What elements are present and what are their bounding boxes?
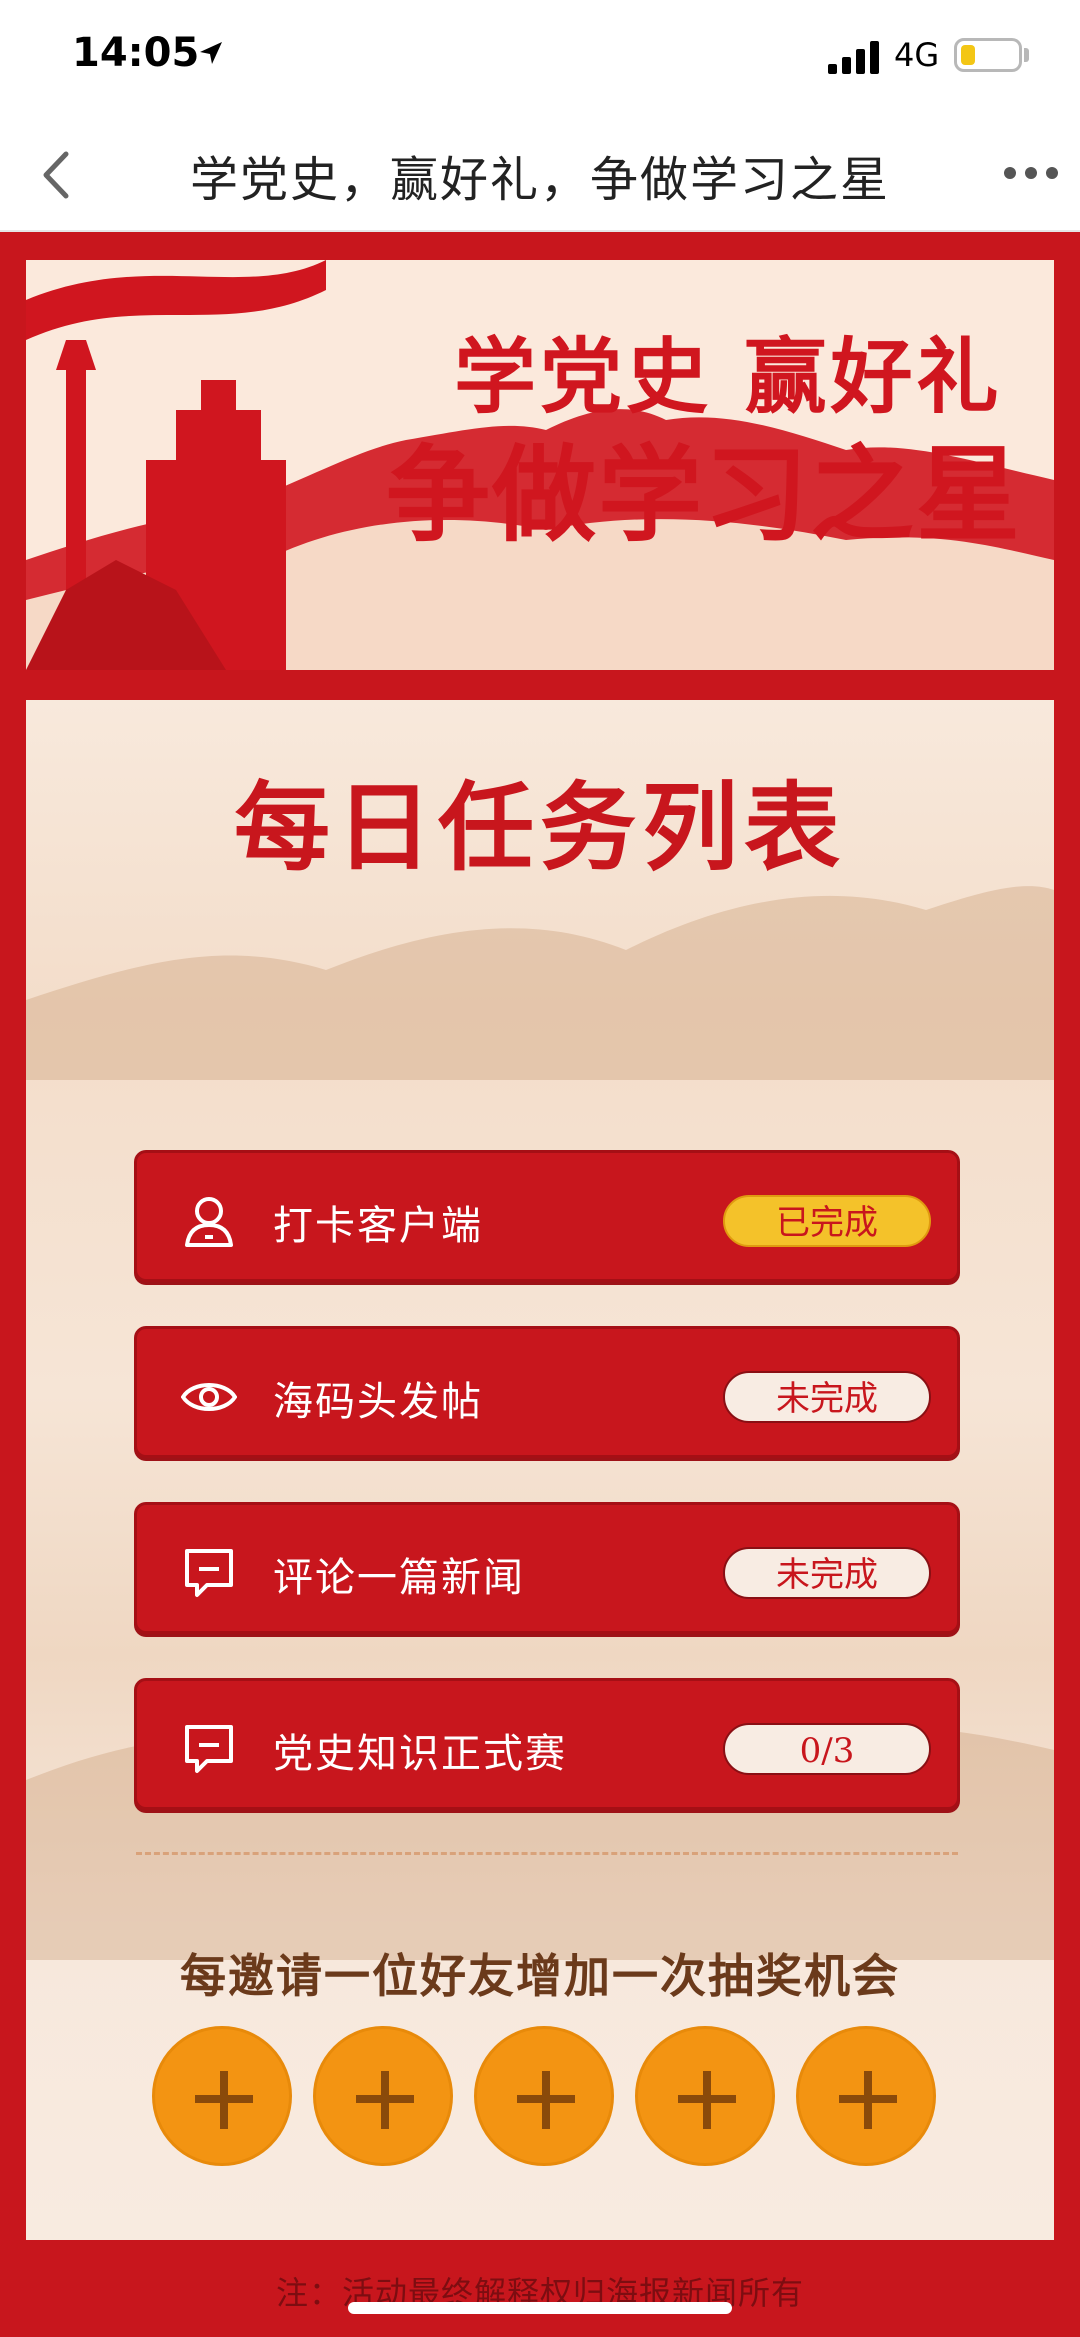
task-label: 打卡客户端 bbox=[273, 1203, 483, 1249]
task-status-badge: 未完成 bbox=[723, 1371, 931, 1423]
invite-friend-button[interactable] bbox=[635, 2026, 775, 2166]
dashed-divider bbox=[136, 1852, 958, 1855]
home-indicator[interactable] bbox=[348, 2302, 732, 2314]
task-list-title: 每日任务列表 bbox=[234, 772, 846, 884]
comment-icon bbox=[185, 1549, 233, 1597]
user-icon bbox=[185, 1197, 233, 1247]
task-label: 海码头发帖 bbox=[273, 1379, 483, 1425]
task-item[interactable]: 打卡客户端 已完成 bbox=[134, 1150, 960, 1282]
task-status-badge: 未完成 bbox=[723, 1547, 931, 1599]
location-arrow-icon bbox=[200, 42, 222, 64]
hero-banner: 学党史 赢好礼 争做学习之星 bbox=[26, 260, 1054, 670]
invite-friend-button[interactable] bbox=[796, 2026, 936, 2166]
eye-icon bbox=[181, 1383, 237, 1411]
task-progress-badge: 0/3 bbox=[723, 1723, 931, 1775]
battery-tip bbox=[1024, 48, 1029, 62]
task-item[interactable]: 海码头发帖 未完成 bbox=[134, 1326, 960, 1458]
task-panel: 每日任务列表 打卡客户端 已完成 海码头发帖 未完成 评论一篇新闻 未完成 党史… bbox=[26, 700, 1054, 2240]
invite-friend-button[interactable] bbox=[313, 2026, 453, 2166]
back-chevron-icon[interactable] bbox=[38, 150, 74, 200]
page-title: 学党史，赢好礼，争做学习之星 bbox=[189, 152, 890, 208]
comment-icon bbox=[185, 1725, 233, 1773]
invite-friend-button[interactable] bbox=[474, 2026, 614, 2166]
task-label: 党史知识正式赛 bbox=[273, 1731, 567, 1777]
task-item[interactable]: 党史知识正式赛 0/3 bbox=[134, 1678, 960, 1810]
task-label: 评论一篇新闻 bbox=[273, 1555, 525, 1601]
status-time: 14:05 bbox=[72, 30, 200, 76]
network-type: 4G bbox=[894, 36, 940, 74]
page-body: 学党史 赢好礼 争做学习之星 每日任务列表 打卡客户端 已完成 海码头发帖 未完… bbox=[0, 232, 1080, 2337]
invite-description: 每邀请一位好友增加一次抽奖机会 bbox=[180, 1949, 900, 2003]
signal-icon bbox=[828, 41, 879, 74]
task-item[interactable]: 评论一篇新闻 未完成 bbox=[134, 1502, 960, 1634]
more-dots-icon[interactable] bbox=[1002, 165, 1060, 181]
banner-line-2: 争做学习之星 bbox=[386, 434, 1023, 556]
battery-icon bbox=[954, 38, 1022, 72]
task-status-badge: 已完成 bbox=[723, 1195, 931, 1247]
invite-friend-button[interactable] bbox=[152, 2026, 292, 2166]
